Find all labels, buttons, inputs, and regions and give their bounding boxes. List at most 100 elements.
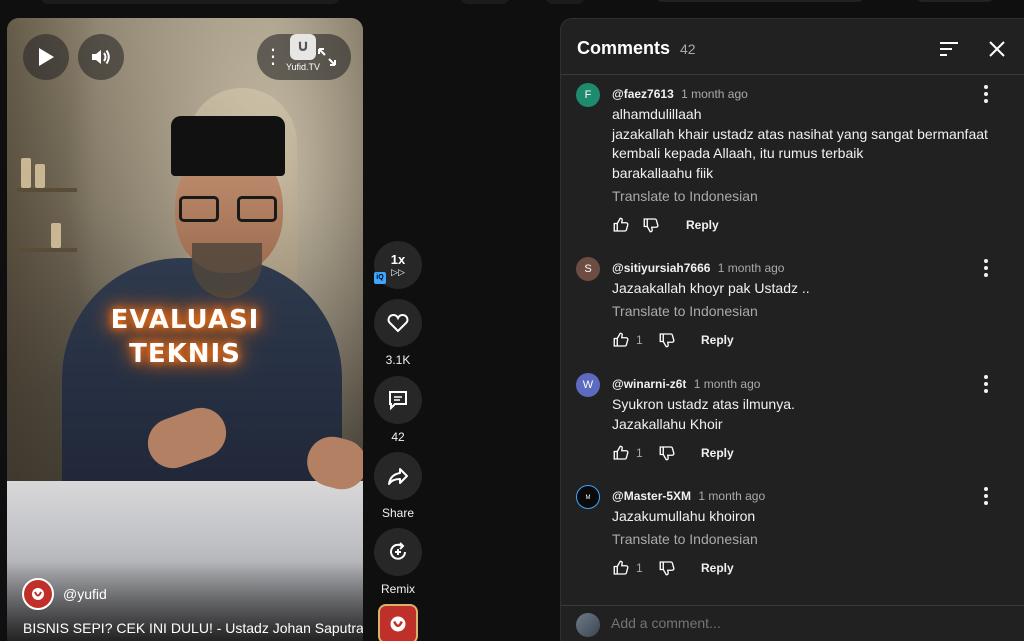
shorts-video-player[interactable]: EVALUASI TEKNIS ⋮ ∪ Yufid.TV @yufid BISN… (7, 18, 363, 641)
comment-meta: @sitiyursiah7666 1 month ago (612, 261, 784, 275)
yufid-logo: ∪ (290, 34, 316, 60)
comment-more-icon[interactable] (975, 83, 997, 105)
comment-meta: @faez7613 1 month ago (612, 87, 748, 101)
comment-author[interactable]: @Master-5XM (612, 489, 691, 503)
top-bar-fragment (460, 0, 510, 4)
video-title[interactable]: BISNIS SEPI? CEK INI DULU! - Ustadz Joha… (23, 620, 363, 636)
reply-button[interactable]: Reply (701, 333, 734, 347)
comment-text: Syukron ustadz atas ilmunya. Jazakallahu… (612, 395, 795, 434)
comment-time[interactable]: 1 month ago (718, 261, 785, 275)
speaker-glasses (237, 196, 277, 222)
top-bar-fragment (40, 0, 340, 4)
share-button[interactable] (374, 452, 422, 500)
close-icon[interactable] (985, 37, 1009, 61)
play-icon (39, 48, 54, 66)
comment-author[interactable]: @winarni-z6t (612, 377, 686, 391)
comment-time[interactable]: 1 month ago (698, 489, 765, 503)
current-user-avatar (576, 613, 600, 637)
comment-text: Jazaakallah khoyr pak Ustadz .. (612, 279, 810, 299)
comments-action[interactable]: 42 (374, 376, 422, 444)
comment-more-icon[interactable] (975, 485, 997, 507)
thumbs-down-icon[interactable] (658, 331, 676, 349)
comment-time[interactable]: 1 month ago (681, 87, 748, 101)
remix-action[interactable]: Remix (374, 528, 422, 596)
comments-title: Comments (577, 38, 671, 58)
bg-book (21, 158, 31, 188)
comment-line: Syukron ustadz atas ilmunya. (612, 396, 795, 412)
channel-logo-icon (390, 616, 406, 632)
thumbs-up-icon[interactable] (612, 559, 630, 577)
thumbs-down-icon[interactable] (658, 444, 676, 462)
comment-avatar[interactable]: W (576, 373, 600, 397)
comments-total: 42 (680, 41, 696, 57)
speed-badge-icon: iQ (374, 272, 386, 284)
translate-link[interactable]: Translate to Indonesian (612, 303, 758, 319)
thumbs-up-icon[interactable] (612, 216, 630, 234)
bg-book (51, 223, 61, 248)
channel-logo-icon (32, 588, 44, 600)
play-button[interactable] (23, 34, 69, 80)
add-comment-row (561, 605, 1024, 641)
fast-forward-icon: ▷▷ (391, 267, 405, 277)
overlay-line-2: TEKNIS (129, 339, 241, 369)
comment-line: kembali kepada Allaah, itu rumus terbaik (612, 145, 864, 161)
remix-icon (390, 542, 406, 560)
comment-author[interactable]: @faez7613 (612, 87, 674, 101)
remix-button[interactable] (374, 528, 422, 576)
comment-more-icon[interactable] (975, 373, 997, 395)
overlay-line-1: EVALUASI (110, 305, 260, 335)
comment-like-count: 1 (636, 333, 643, 347)
translate-link[interactable]: Translate to Indonesian (612, 188, 758, 204)
comment-more-icon[interactable] (975, 257, 997, 279)
like-count: 3.1K (385, 353, 411, 367)
reply-button[interactable]: Reply (686, 218, 719, 232)
comment-line: Jazaakallah khoyr pak Ustadz .. (612, 280, 810, 296)
sort-icon[interactable] (937, 37, 961, 61)
thumbs-up-icon[interactable] (612, 331, 630, 349)
thumbs-down-icon[interactable] (642, 216, 660, 234)
comment-line: barakallaahu fiik (612, 164, 714, 181)
bg-book (35, 164, 45, 188)
watermark-text: Yufid.TV (285, 62, 321, 72)
speaker-glasses (179, 196, 219, 222)
heart-icon (387, 313, 409, 333)
bg-shelf (17, 188, 77, 192)
like-action[interactable]: 3.1K (374, 299, 422, 367)
comment-text: alhamdulillaah jazakallah khair ustadz a… (612, 105, 988, 183)
comments-header: Comments 42 (561, 19, 1024, 75)
add-comment-input[interactable] (611, 615, 991, 631)
thumbs-down-icon[interactable] (658, 559, 676, 577)
share-action[interactable]: Share (374, 452, 422, 520)
comment-time[interactable]: 1 month ago (694, 377, 761, 391)
comment-avatar[interactable]: M (576, 485, 600, 509)
translate-link[interactable]: Translate to Indonesian (612, 531, 758, 547)
comments-count: 42 (391, 430, 405, 444)
comment-avatar[interactable]: F (576, 83, 600, 107)
comments-panel: Comments 42 F @faez7613 1 month ago alha… (560, 18, 1024, 641)
channel-watermark: ∪ Yufid.TV (278, 34, 328, 72)
audio-channel-thumbnail[interactable] (378, 604, 418, 641)
comment-line: jazakallah khair ustadz atas nasihat yan… (612, 125, 988, 142)
comment-meta: @Master-5XM 1 month ago (612, 489, 765, 503)
comment-line: Jazakumullahu khoiron (612, 508, 756, 524)
comment-meta: @winarni-z6t 1 month ago (612, 377, 760, 391)
speed-value: 1x (390, 252, 406, 267)
comment-like-count: 1 (636, 561, 643, 575)
top-bar-fragment (915, 0, 995, 2)
comment-line: Jazakallahu Khoir (612, 415, 723, 432)
share-label: Share (381, 506, 415, 520)
comment-author[interactable]: @sitiyursiah7666 (612, 261, 710, 275)
thumbs-up-icon[interactable] (612, 444, 630, 462)
comment-like-count: 1 (636, 446, 643, 460)
like-button[interactable] (374, 299, 422, 347)
reply-button[interactable]: Reply (701, 561, 734, 575)
comment-avatar[interactable]: S (576, 257, 600, 281)
channel-avatar[interactable] (22, 578, 54, 610)
reply-button[interactable]: Reply (701, 446, 734, 460)
video-overlay-title: EVALUASI TEKNIS (7, 303, 363, 371)
comments-button[interactable] (374, 376, 422, 424)
volume-button[interactable] (78, 34, 124, 80)
comment-icon (389, 391, 407, 411)
channel-handle[interactable]: @yufid (63, 586, 107, 602)
volume-icon (92, 49, 110, 65)
